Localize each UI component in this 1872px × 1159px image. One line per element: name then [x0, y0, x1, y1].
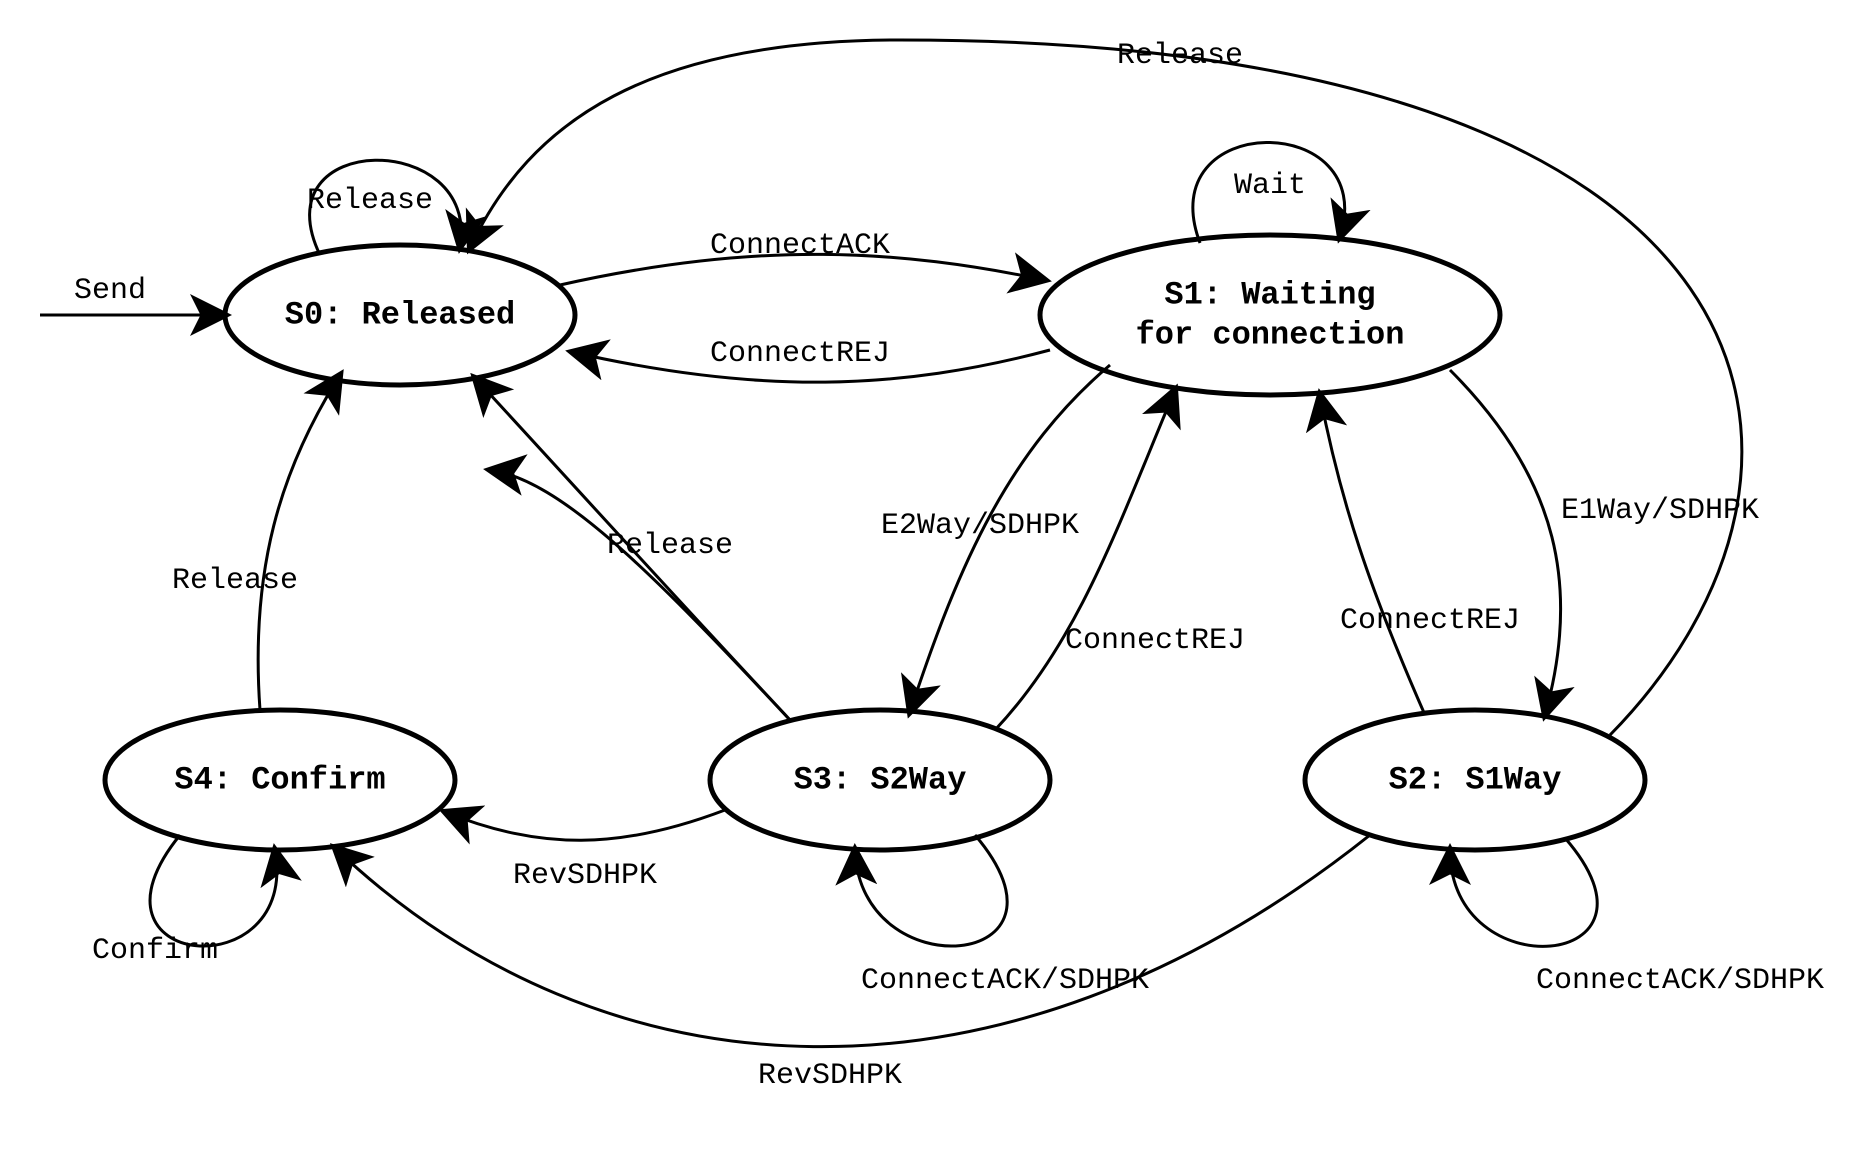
- state-s4-label: S4: Confirm: [174, 761, 385, 798]
- edge-s4-self-label: Confirm: [92, 934, 218, 968]
- state-s1-label-2: for connection: [1136, 316, 1405, 353]
- edge-s4-s0-label: Release: [172, 564, 298, 598]
- state-s3-label: S3: S2Way: [794, 761, 967, 798]
- edge-s2-self: [1450, 838, 1597, 946]
- edge-s2-s4-label: RevSDHPK: [758, 1059, 902, 1093]
- edge-s2-s0-top-label: Release: [1117, 39, 1243, 73]
- edge-s3-s4: [445, 810, 725, 840]
- edge-s0-self-label: Release: [307, 184, 433, 218]
- state-diagram: S0: Released S1: Waiting for connection …: [0, 0, 1872, 1159]
- edge-s2-s4: [335, 835, 1370, 1047]
- edge-s2-self-label: ConnectACK/SDHPK: [1536, 964, 1824, 998]
- state-s2-label: S2: S1Way: [1389, 761, 1562, 798]
- edge-s2-s1-label: ConnectREJ: [1340, 604, 1520, 638]
- edge-s1-s0-label: ConnectREJ: [710, 337, 890, 371]
- state-s1: [1040, 235, 1500, 395]
- edge-s3-s1-label: ConnectREJ: [1065, 624, 1245, 658]
- edge-s1-s2: [1450, 370, 1561, 715]
- state-s0-label: S0: Released: [285, 296, 515, 333]
- edge-s3-s0-label: Release: [607, 529, 733, 563]
- edge-s3-s4-label: RevSDHPK: [513, 859, 657, 893]
- edge-s2-s1: [1320, 395, 1425, 715]
- state-s1-label-1: S1: Waiting: [1164, 276, 1375, 313]
- edge-s1-self-label: Wait: [1234, 169, 1306, 203]
- edge-s0-s1-label: ConnectACK: [710, 229, 890, 263]
- edge-s3-s0: [490, 470, 790, 720]
- edge-s3-self-label: ConnectACK/SDHPK: [861, 964, 1149, 998]
- edge-s1-s2-label: E1Way/SDHPK: [1561, 494, 1759, 528]
- edge-s4-s0: [258, 375, 340, 710]
- edge-s1-s3-label: E2Way/SDHPK: [881, 509, 1079, 543]
- edge-s3-s1: [995, 390, 1175, 730]
- edge-send-label: Send: [74, 274, 146, 308]
